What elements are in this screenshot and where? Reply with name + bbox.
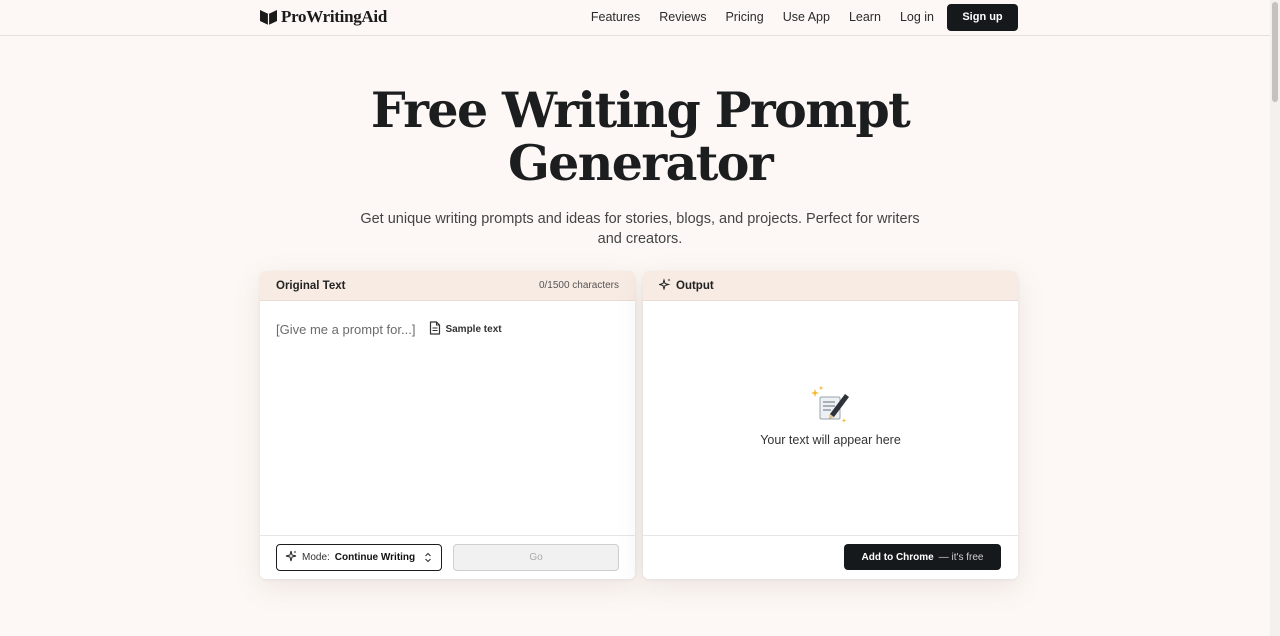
mode-select[interactable]: Mode: Continue Writing <box>276 544 442 571</box>
mode-label: Mode: <box>302 552 330 563</box>
page-title-line-1: Free Writing Prompt <box>370 81 911 139</box>
nav-use-app[interactable]: Use App <box>783 10 830 24</box>
output-placeholder-text: Your text will appear here <box>760 433 901 447</box>
nav-learn[interactable]: Learn <box>849 10 881 24</box>
character-counter: 0/1500 characters <box>538 280 619 291</box>
output-title-group: Output <box>657 278 714 293</box>
page-subtitle-line-1: Get unique writing prompts and ideas for… <box>360 211 920 227</box>
writing-hand-icon <box>643 385 1018 425</box>
book-logo-icon <box>259 9 278 25</box>
output-panel-footer: Add to Chrome — it's free <box>643 535 1018 579</box>
sparkle-icon <box>285 549 297 567</box>
sample-text-label: Sample text <box>445 324 502 335</box>
add-to-chrome-suffix: — it's free <box>938 551 984 563</box>
output-panel: Output Your text will appear here Add to… <box>643 271 1018 579</box>
input-panel-title: Original Text <box>276 279 346 292</box>
prompt-placeholder[interactable]: [Give me a prompt for...] <box>276 322 415 337</box>
add-to-chrome-label: Add to Chrome <box>861 551 934 563</box>
go-button[interactable]: Go <box>453 544 619 571</box>
top-navbar: ProWritingAid Features Reviews Pricing U… <box>0 0 1280 36</box>
input-panel-header: Original Text 0/1500 characters <box>260 271 635 301</box>
sample-text-button[interactable]: Sample text <box>429 321 502 338</box>
main-nav: Features Reviews Pricing Use App Learn L… <box>591 0 1018 34</box>
placeholder-row: [Give me a prompt for...] Sample text <box>276 321 502 338</box>
page-title-line-2: Generator <box>507 134 774 192</box>
nav-features[interactable]: Features <box>591 10 640 24</box>
page-scrollbar[interactable] <box>1270 0 1280 636</box>
add-to-chrome-button[interactable]: Add to Chrome — it's free <box>844 544 1001 570</box>
page-subtitle: Get unique writing prompts and ideas for… <box>360 209 920 249</box>
sparkles-icon <box>657 278 671 293</box>
output-area: Your text will appear here <box>643 301 1018 535</box>
input-panel: Original Text 0/1500 characters [Give me… <box>260 271 635 579</box>
input-panel-footer: Mode: Continue Writing Go <box>260 535 635 579</box>
signup-button[interactable]: Sign up <box>947 3 1018 31</box>
brand-logo[interactable]: ProWritingAid <box>259 7 387 27</box>
text-input-area[interactable]: [Give me a prompt for...] Sample text <box>260 301 635 535</box>
chevron-updown-icon <box>424 551 432 569</box>
nav-pricing[interactable]: Pricing <box>725 10 763 24</box>
brand-name: ProWritingAid <box>281 7 387 26</box>
scrollbar-thumb[interactable] <box>1272 2 1278 102</box>
output-empty-state: Your text will appear here <box>643 385 1018 447</box>
nav-login[interactable]: Log in <box>900 10 934 24</box>
mode-value: Continue Writing <box>334 552 416 563</box>
output-panel-title: Output <box>676 279 714 292</box>
page-title: Free Writing Prompt Generator <box>0 84 1280 190</box>
output-panel-header: Output <box>643 271 1018 301</box>
nav-reviews[interactable]: Reviews <box>659 10 706 24</box>
document-icon <box>429 321 441 338</box>
page-subtitle-line-2: and creators. <box>597 231 683 247</box>
